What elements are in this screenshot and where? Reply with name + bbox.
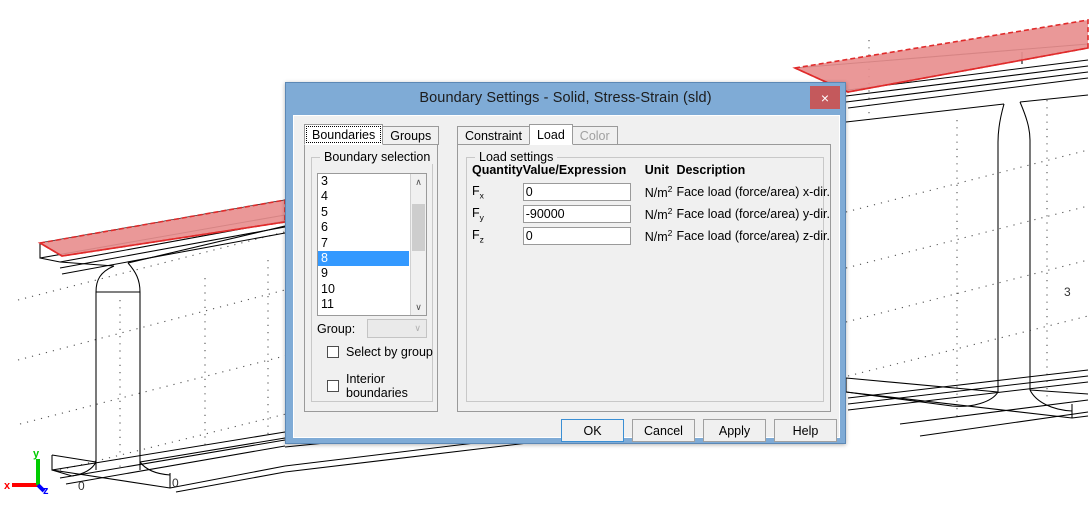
tab-constraint[interactable]: Constraint (457, 126, 530, 145)
quantity-fz-sub: z (479, 234, 484, 245)
unit-fz-base: N/m (644, 230, 668, 245)
unit-fx-base: N/m (644, 186, 668, 201)
boundary-list-scrollbar[interactable]: ∧ ∨ (410, 174, 426, 315)
list-item[interactable]: 6 (318, 220, 409, 235)
list-item[interactable]: 4 (318, 189, 409, 204)
load-table-header-row: Quantity Value/Expression Unit Descripti… (472, 163, 830, 183)
header-description: Description (676, 163, 746, 177)
description-fz: Face load (force/area) z-dir. (676, 229, 830, 243)
description-fx: Face load (force/area) x-dir. (676, 185, 830, 199)
help-button[interactable]: Help (774, 419, 837, 442)
interior-boundaries-checkbox[interactable] (327, 380, 339, 392)
left-tabstrip: Boundaries Groups (304, 124, 440, 145)
tab-boundaries[interactable]: Boundaries (304, 124, 384, 145)
unit-fy: N/m2 (640, 205, 677, 227)
quantity-fx: Fx (472, 183, 523, 205)
x-axis-label: x (4, 480, 11, 492)
interior-boundaries-checkbox-row[interactable]: Interior boundaries (327, 372, 437, 400)
quantity-fx-sub: x (479, 190, 484, 201)
unit-fy-base: N/m (644, 208, 668, 223)
scroll-up-icon[interactable]: ∧ (411, 174, 426, 190)
dialog-titlebar[interactable]: Boundary Settings - Solid, Stress-Strain… (286, 83, 845, 112)
unit-fx: N/m2 (640, 183, 677, 205)
unit-fz: N/m2 (640, 227, 677, 249)
dimension-label-0-b: 0 (172, 476, 179, 490)
boundary-selection-title: Boundary selection (320, 150, 435, 164)
tab-color: Color (571, 126, 618, 145)
interior-boundaries-label: Interior boundaries (346, 372, 408, 400)
list-item[interactable]: 5 (318, 205, 409, 220)
fy-value-input[interactable] (522, 205, 631, 223)
header-unit: Unit (644, 163, 670, 177)
select-by-group-checkbox-row[interactable]: Select by group (327, 345, 433, 359)
tab-groups[interactable]: Groups (382, 126, 440, 145)
scrollbar-thumb[interactable] (412, 204, 425, 251)
list-item[interactable]: 11 (318, 297, 409, 312)
ok-button[interactable]: OK (561, 419, 624, 442)
select-by-group-checkbox[interactable] (327, 346, 339, 358)
quantity-fy: Fy (472, 205, 523, 227)
dialog-title: Boundary Settings - Solid, Stress-Strain… (419, 89, 712, 106)
quantity-fy-base: F (472, 205, 480, 220)
quantity-fx-base: F (472, 183, 480, 198)
fx-value-input[interactable] (522, 183, 631, 201)
table-row: Fx N/m2 Face load (force/area) x-dir. (472, 183, 830, 205)
boundary-list[interactable]: 3 4 5 6 7 8 9 10 11 ∧ ∨ (317, 173, 427, 316)
boundary-list-items: 3 4 5 6 7 8 9 10 11 (318, 174, 409, 313)
description-fy: Face load (force/area) y-dir. (676, 207, 830, 221)
quantity-fz: Fz (472, 227, 523, 249)
table-row: Fz N/m2 Face load (force/area) z-dir. (472, 227, 830, 249)
face-number-label: 3 (1064, 285, 1071, 299)
group-label: Group: (317, 322, 356, 336)
list-item[interactable]: 3 (318, 174, 409, 189)
unit-fx-sup: 2 (667, 183, 673, 194)
close-icon[interactable]: × (810, 86, 840, 109)
list-item[interactable]: 9 (318, 266, 409, 281)
group-dropdown[interactable]: ∨ (367, 319, 427, 338)
dialog-body: Boundaries Groups Boundary selection 3 4… (293, 115, 840, 442)
cancel-button[interactable]: Cancel (632, 419, 695, 442)
quantity-fy-sub: y (479, 212, 484, 223)
right-tabstrip: Constraint Load Color (457, 124, 618, 145)
load-settings-title: Load settings (475, 150, 558, 164)
header-quantity: Quantity (472, 163, 523, 177)
dimension-label-0-a: 0 (78, 479, 85, 493)
load-panel: Load settings Quantity Value/Expression … (457, 144, 831, 412)
selected-face-left (37, 199, 286, 257)
list-item[interactable]: 10 (318, 282, 409, 297)
fz-value-input[interactable] (522, 227, 631, 245)
boundaries-panel: Boundary selection 3 4 5 6 7 8 9 10 11 ∧… (304, 144, 438, 412)
table-row: Fy N/m2 Face load (force/area) y-dir. (472, 205, 830, 227)
unit-fz-sup: 2 (667, 227, 673, 238)
list-item-selected[interactable]: 8 (318, 250, 409, 267)
chevron-down-icon: ∨ (414, 323, 421, 333)
load-table: Quantity Value/Expression Unit Descripti… (472, 163, 830, 249)
apply-button[interactable]: Apply (703, 419, 766, 442)
quantity-fz-base: F (472, 227, 480, 242)
axis-triad: x y z (4, 448, 49, 497)
select-by-group-label: Select by group (346, 345, 433, 359)
unit-fy-sup: 2 (667, 205, 673, 216)
y-axis-label: y (33, 448, 40, 460)
tab-load[interactable]: Load (528, 124, 573, 145)
z-axis-label: z (43, 485, 49, 497)
scroll-down-icon[interactable]: ∨ (411, 299, 426, 315)
header-value: Value/Expression (522, 163, 627, 177)
boundary-settings-dialog: Boundary Settings - Solid, Stress-Strain… (285, 82, 846, 444)
list-item[interactable]: 7 (318, 236, 409, 251)
